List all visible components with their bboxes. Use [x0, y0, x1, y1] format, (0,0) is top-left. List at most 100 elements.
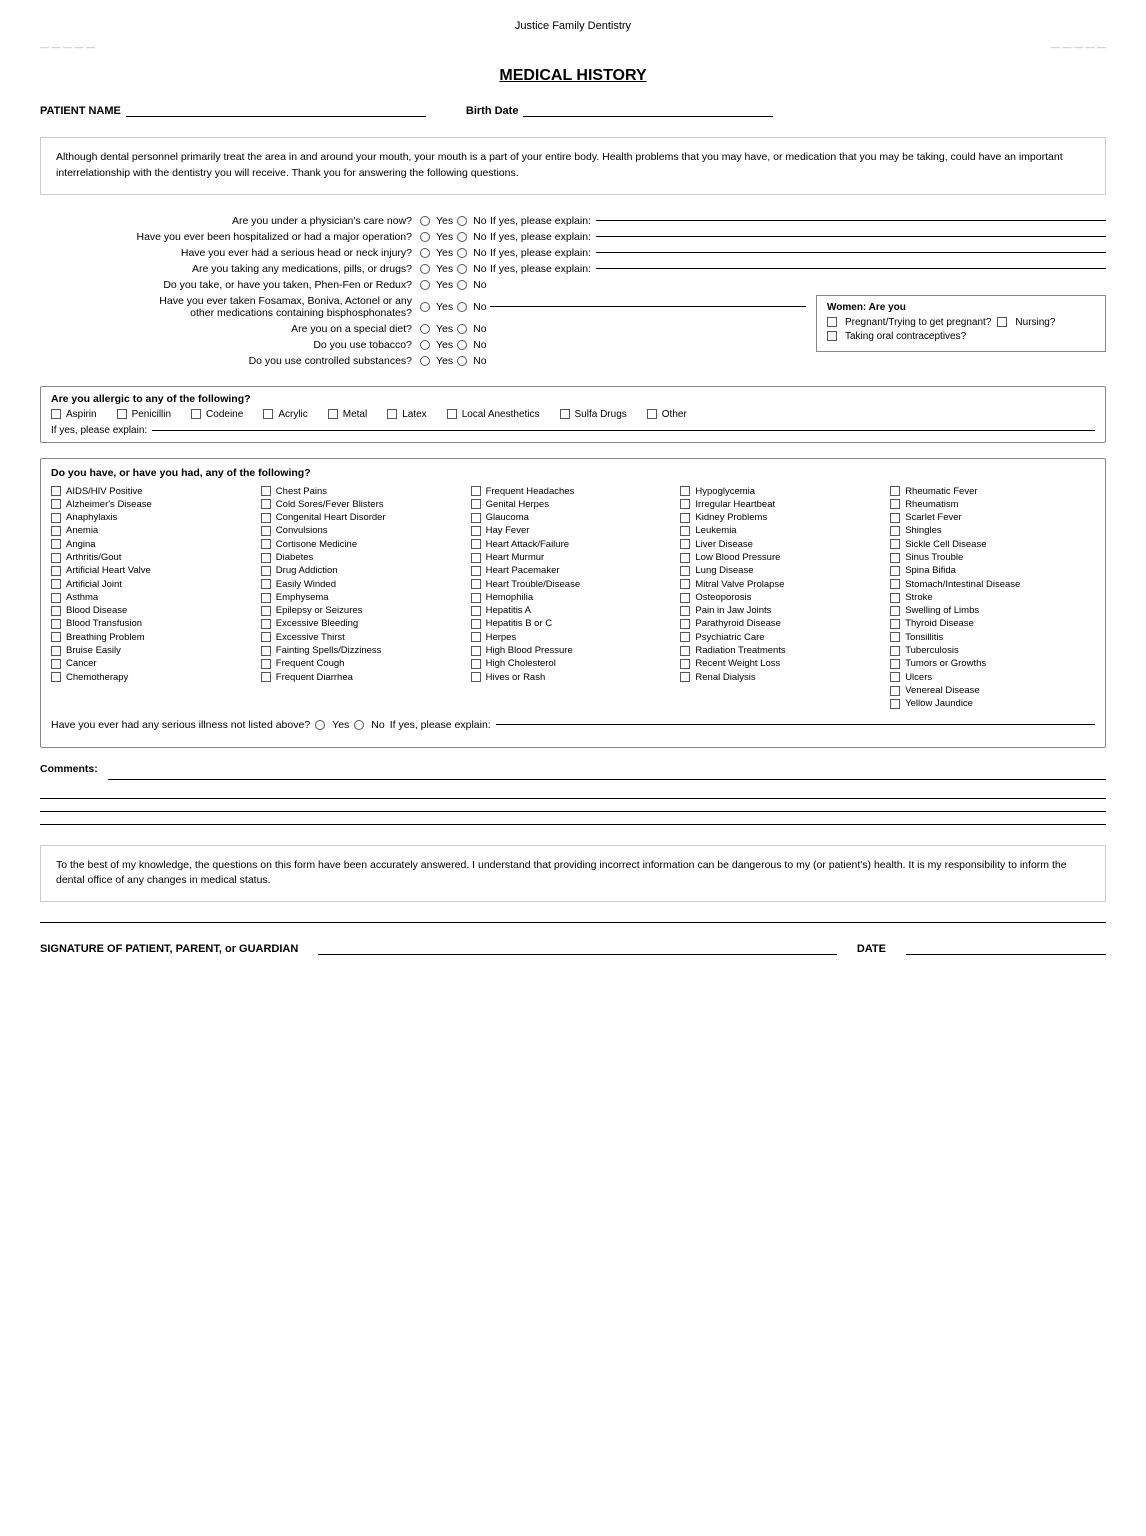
q1-no-radio[interactable]: [457, 216, 467, 226]
venereal-checkbox[interactable]: [890, 686, 900, 696]
stroke-checkbox[interactable]: [890, 593, 900, 603]
other-allergy-checkbox[interactable]: [647, 409, 657, 419]
comments-line-1[interactable]: [108, 779, 1106, 780]
date-line[interactable]: [906, 954, 1106, 955]
q2-yes-radio[interactable]: [420, 232, 430, 242]
sickle-cell-checkbox[interactable]: [890, 539, 900, 549]
heart-murmur-checkbox[interactable]: [471, 553, 481, 563]
lung-disease-checkbox[interactable]: [680, 566, 690, 576]
q2-no-radio[interactable]: [457, 232, 467, 242]
q9-yes-radio[interactable]: [420, 356, 430, 366]
comments-line-3[interactable]: [40, 811, 1106, 812]
q6-no-radio[interactable]: [457, 302, 467, 312]
irregular-heartbeat-checkbox[interactable]: [680, 499, 690, 509]
freq-headaches-checkbox[interactable]: [471, 486, 481, 496]
jaw-joints-checkbox[interactable]: [680, 606, 690, 616]
renal-dialysis-checkbox[interactable]: [680, 672, 690, 682]
shingles-checkbox[interactable]: [890, 526, 900, 536]
serious-no-radio[interactable]: [354, 720, 364, 730]
birthdate-line[interactable]: [523, 116, 773, 117]
hemophilia-checkbox[interactable]: [471, 593, 481, 603]
q3-no-radio[interactable]: [457, 248, 467, 258]
q4-explain-line[interactable]: [596, 268, 1106, 269]
latex-checkbox[interactable]: [387, 409, 397, 419]
alzheimers-checkbox[interactable]: [51, 499, 61, 509]
cortisone-checkbox[interactable]: [261, 539, 271, 549]
kidney-checkbox[interactable]: [680, 513, 690, 523]
artificial-joint-checkbox[interactable]: [51, 579, 61, 589]
q1-explain-line[interactable]: [596, 220, 1106, 221]
frequent-diarrhea-checkbox[interactable]: [261, 672, 271, 682]
hives-checkbox[interactable]: [471, 672, 481, 682]
blood-transfusion-checkbox[interactable]: [51, 619, 61, 629]
q8-no-radio[interactable]: [457, 340, 467, 350]
angina-checkbox[interactable]: [51, 539, 61, 549]
high-chol-checkbox[interactable]: [471, 659, 481, 669]
q8-yes-radio[interactable]: [420, 340, 430, 350]
drug-addiction-checkbox[interactable]: [261, 566, 271, 576]
rheumatism-checkbox[interactable]: [890, 499, 900, 509]
congenital-heart-checkbox[interactable]: [261, 513, 271, 523]
leukemia-checkbox[interactable]: [680, 526, 690, 536]
local-anesthetics-checkbox[interactable]: [447, 409, 457, 419]
convulsions-checkbox[interactable]: [261, 526, 271, 536]
easily-winded-checkbox[interactable]: [261, 579, 271, 589]
fainting-checkbox[interactable]: [261, 646, 271, 656]
asthma-checkbox[interactable]: [51, 593, 61, 603]
q1-yes-radio[interactable]: [420, 216, 430, 226]
heart-trouble-checkbox[interactable]: [471, 579, 481, 589]
serious-yes-radio[interactable]: [315, 720, 325, 730]
comments-line-2[interactable]: [40, 798, 1106, 799]
blood-disease-checkbox[interactable]: [51, 606, 61, 616]
mitral-valve-checkbox[interactable]: [680, 579, 690, 589]
codeine-checkbox[interactable]: [191, 409, 201, 419]
patient-name-line[interactable]: [126, 116, 426, 117]
q6-yes-radio[interactable]: [420, 302, 430, 312]
chest-pains-checkbox[interactable]: [261, 486, 271, 496]
genital-herpes-checkbox[interactable]: [471, 499, 481, 509]
aids-checkbox[interactable]: [51, 486, 61, 496]
radiation-checkbox[interactable]: [680, 646, 690, 656]
ulcers-checkbox[interactable]: [890, 672, 900, 682]
q6-line[interactable]: [490, 306, 806, 307]
contraceptives-checkbox[interactable]: [827, 331, 837, 341]
sulfa-drugs-checkbox[interactable]: [560, 409, 570, 419]
q3-yes-radio[interactable]: [420, 248, 430, 258]
nursing-checkbox[interactable]: [997, 317, 1007, 327]
frequent-cough-checkbox[interactable]: [261, 659, 271, 669]
q4-yes-radio[interactable]: [420, 264, 430, 274]
hypoglycemia-checkbox[interactable]: [680, 486, 690, 496]
q7-no-radio[interactable]: [457, 324, 467, 334]
spina-bifida-checkbox[interactable]: [890, 566, 900, 576]
breathing-checkbox[interactable]: [51, 632, 61, 642]
tumors-checkbox[interactable]: [890, 659, 900, 669]
arthritis-checkbox[interactable]: [51, 553, 61, 563]
comments-line-4[interactable]: [40, 824, 1106, 825]
q2-explain-line[interactable]: [596, 236, 1106, 237]
artificial-heart-checkbox[interactable]: [51, 566, 61, 576]
signature-line[interactable]: [318, 954, 837, 955]
sinus-trouble-checkbox[interactable]: [890, 553, 900, 563]
q9-no-radio[interactable]: [457, 356, 467, 366]
serious-explain-line[interactable]: [496, 724, 1095, 725]
yellow-jaundice-checkbox[interactable]: [890, 699, 900, 709]
q5-yes-radio[interactable]: [420, 280, 430, 290]
q7-yes-radio[interactable]: [420, 324, 430, 334]
diabetes-checkbox[interactable]: [261, 553, 271, 563]
q3-explain-line[interactable]: [596, 252, 1106, 253]
emphysema-checkbox[interactable]: [261, 593, 271, 603]
heart-attack-checkbox[interactable]: [471, 539, 481, 549]
thyroid-checkbox[interactable]: [890, 619, 900, 629]
high-bp-checkbox[interactable]: [471, 646, 481, 656]
pregnant-checkbox[interactable]: [827, 317, 837, 327]
penicillin-checkbox[interactable]: [117, 409, 127, 419]
aspirin-checkbox[interactable]: [51, 409, 61, 419]
tuberculosis-checkbox[interactable]: [890, 646, 900, 656]
epilepsy-checkbox[interactable]: [261, 606, 271, 616]
anaphylaxis-checkbox[interactable]: [51, 513, 61, 523]
hepatitis-a-checkbox[interactable]: [471, 606, 481, 616]
parathyroid-checkbox[interactable]: [680, 619, 690, 629]
acrylic-checkbox[interactable]: [263, 409, 273, 419]
heart-pacemaker-checkbox[interactable]: [471, 566, 481, 576]
hepatitis-bc-checkbox[interactable]: [471, 619, 481, 629]
